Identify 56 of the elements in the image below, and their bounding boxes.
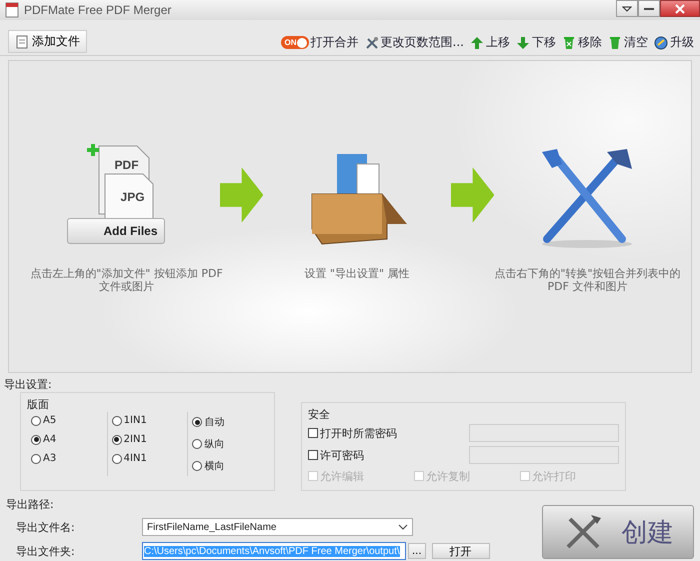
tools-icon (364, 36, 379, 50)
section-title: 导出路径: (6, 497, 55, 512)
toolbar-button[interactable]: 下移 (516, 34, 556, 51)
field-label: 导出文件夹: (16, 544, 76, 558)
window-title: PDFMate Free PDF Merger (24, 3, 172, 17)
add-files-label: Add Files (66, 218, 165, 244)
close-button[interactable] (660, 0, 700, 17)
merge-label: 打开合并 (310, 34, 359, 51)
radio-button[interactable]: A3 (31, 453, 103, 464)
close-icon (675, 4, 685, 14)
toolbar-button[interactable]: 移除 (562, 34, 602, 51)
password-field[interactable] (469, 424, 619, 442)
radio-button[interactable]: 自动 (192, 415, 264, 429)
document-label: JPG (120, 190, 145, 204)
arrow-icon (450, 167, 494, 223)
step-caption: 设置 "导出设置" 属性 (303, 267, 411, 280)
toolbar-button[interactable]: 清空 (608, 34, 648, 51)
minimize-icon (644, 6, 654, 10)
group-title: 版面 (27, 397, 50, 412)
toolbar-button[interactable]: 升级 (654, 34, 694, 51)
create-button[interactable]: 创建 (542, 505, 694, 559)
step-caption: 点击左上角的"添加文件" 按钮添加 PDF 文件或图片 (29, 267, 224, 293)
field-label: 导出文件名: (16, 520, 76, 534)
chevron-down-icon (398, 524, 408, 530)
document-label: PDF (114, 158, 139, 172)
group-title: 安全 (308, 407, 331, 422)
section-title: 导出设置: (3, 377, 53, 392)
checkbox[interactable]: 许可密码 (308, 448, 364, 462)
trash-icon (562, 36, 576, 50)
step-caption: 点击右下角的"转换"按钮合并列表中的 PDF 文件和图片 (493, 267, 682, 293)
triangle-down-icon (622, 6, 632, 12)
radio-button[interactable]: A5 (31, 415, 103, 426)
merge-toggle[interactable]: ON (280, 36, 309, 49)
up-arrow-icon (470, 36, 484, 50)
radio-button[interactable]: 2IN1 (112, 434, 184, 445)
filename-dropdown[interactable]: FirstFileName_LastFileName (142, 518, 413, 536)
minimize-button[interactable] (638, 0, 660, 17)
toolbar-button[interactable]: 上移 (470, 34, 510, 51)
down-arrow-icon (516, 36, 530, 50)
open-button[interactable]: 打开 (432, 543, 490, 559)
trash-icon (608, 36, 622, 50)
radio-button[interactable]: A4 (31, 434, 103, 445)
dropdown-button[interactable] (616, 0, 638, 17)
radio-button[interactable]: 1IN1 (112, 415, 184, 426)
arrow-icon (220, 167, 264, 223)
browse-button[interactable]: ... (408, 543, 426, 559)
app-icon (4, 2, 20, 18)
radio-button[interactable]: 4IN1 (112, 453, 184, 464)
radio-button[interactable]: 横向 (192, 459, 264, 473)
radio-button[interactable]: 纵向 (192, 437, 264, 451)
password-field[interactable] (469, 446, 619, 464)
checkbox[interactable]: 打开时所需密码 (308, 426, 397, 440)
toolbar-button[interactable]: 更改页数范围... (364, 34, 464, 51)
plus-icon (86, 144, 99, 156)
document-icon (15, 34, 29, 48)
add-files-button[interactable]: 添加文件 (8, 30, 87, 53)
